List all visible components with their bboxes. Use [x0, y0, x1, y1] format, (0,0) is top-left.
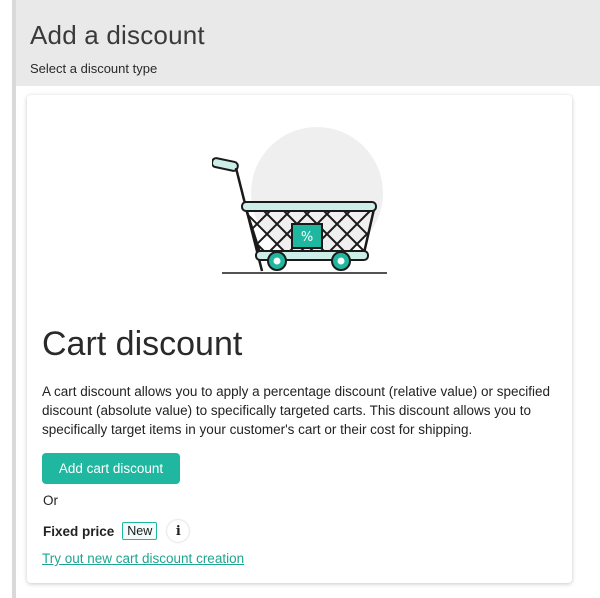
- try-new-cart-discount-link[interactable]: Try out new cart discount creation: [42, 551, 244, 566]
- shopping-cart-percent-icon: %: [212, 127, 387, 274]
- left-rail: [12, 0, 16, 598]
- add-cart-discount-button[interactable]: Add cart discount: [42, 453, 180, 484]
- new-badge: New: [122, 522, 158, 540]
- fixed-price-row: Fixed price New i: [43, 519, 190, 543]
- page-subtitle: Select a discount type: [30, 61, 158, 76]
- svg-text:%: %: [301, 230, 313, 245]
- card-description: A cart discount allows you to apply a pe…: [42, 384, 551, 437]
- page-title: Add a discount: [30, 20, 205, 50]
- or-separator-text: Or: [43, 493, 58, 508]
- fixed-price-label: Fixed price: [43, 523, 115, 539]
- info-icon[interactable]: i: [167, 520, 190, 542]
- cart-discount-card: % Cart discount A cart discount allows y…: [27, 95, 572, 583]
- card-title: Cart discount: [42, 325, 243, 363]
- page-header: Add a discount Select a discount type: [16, 0, 600, 86]
